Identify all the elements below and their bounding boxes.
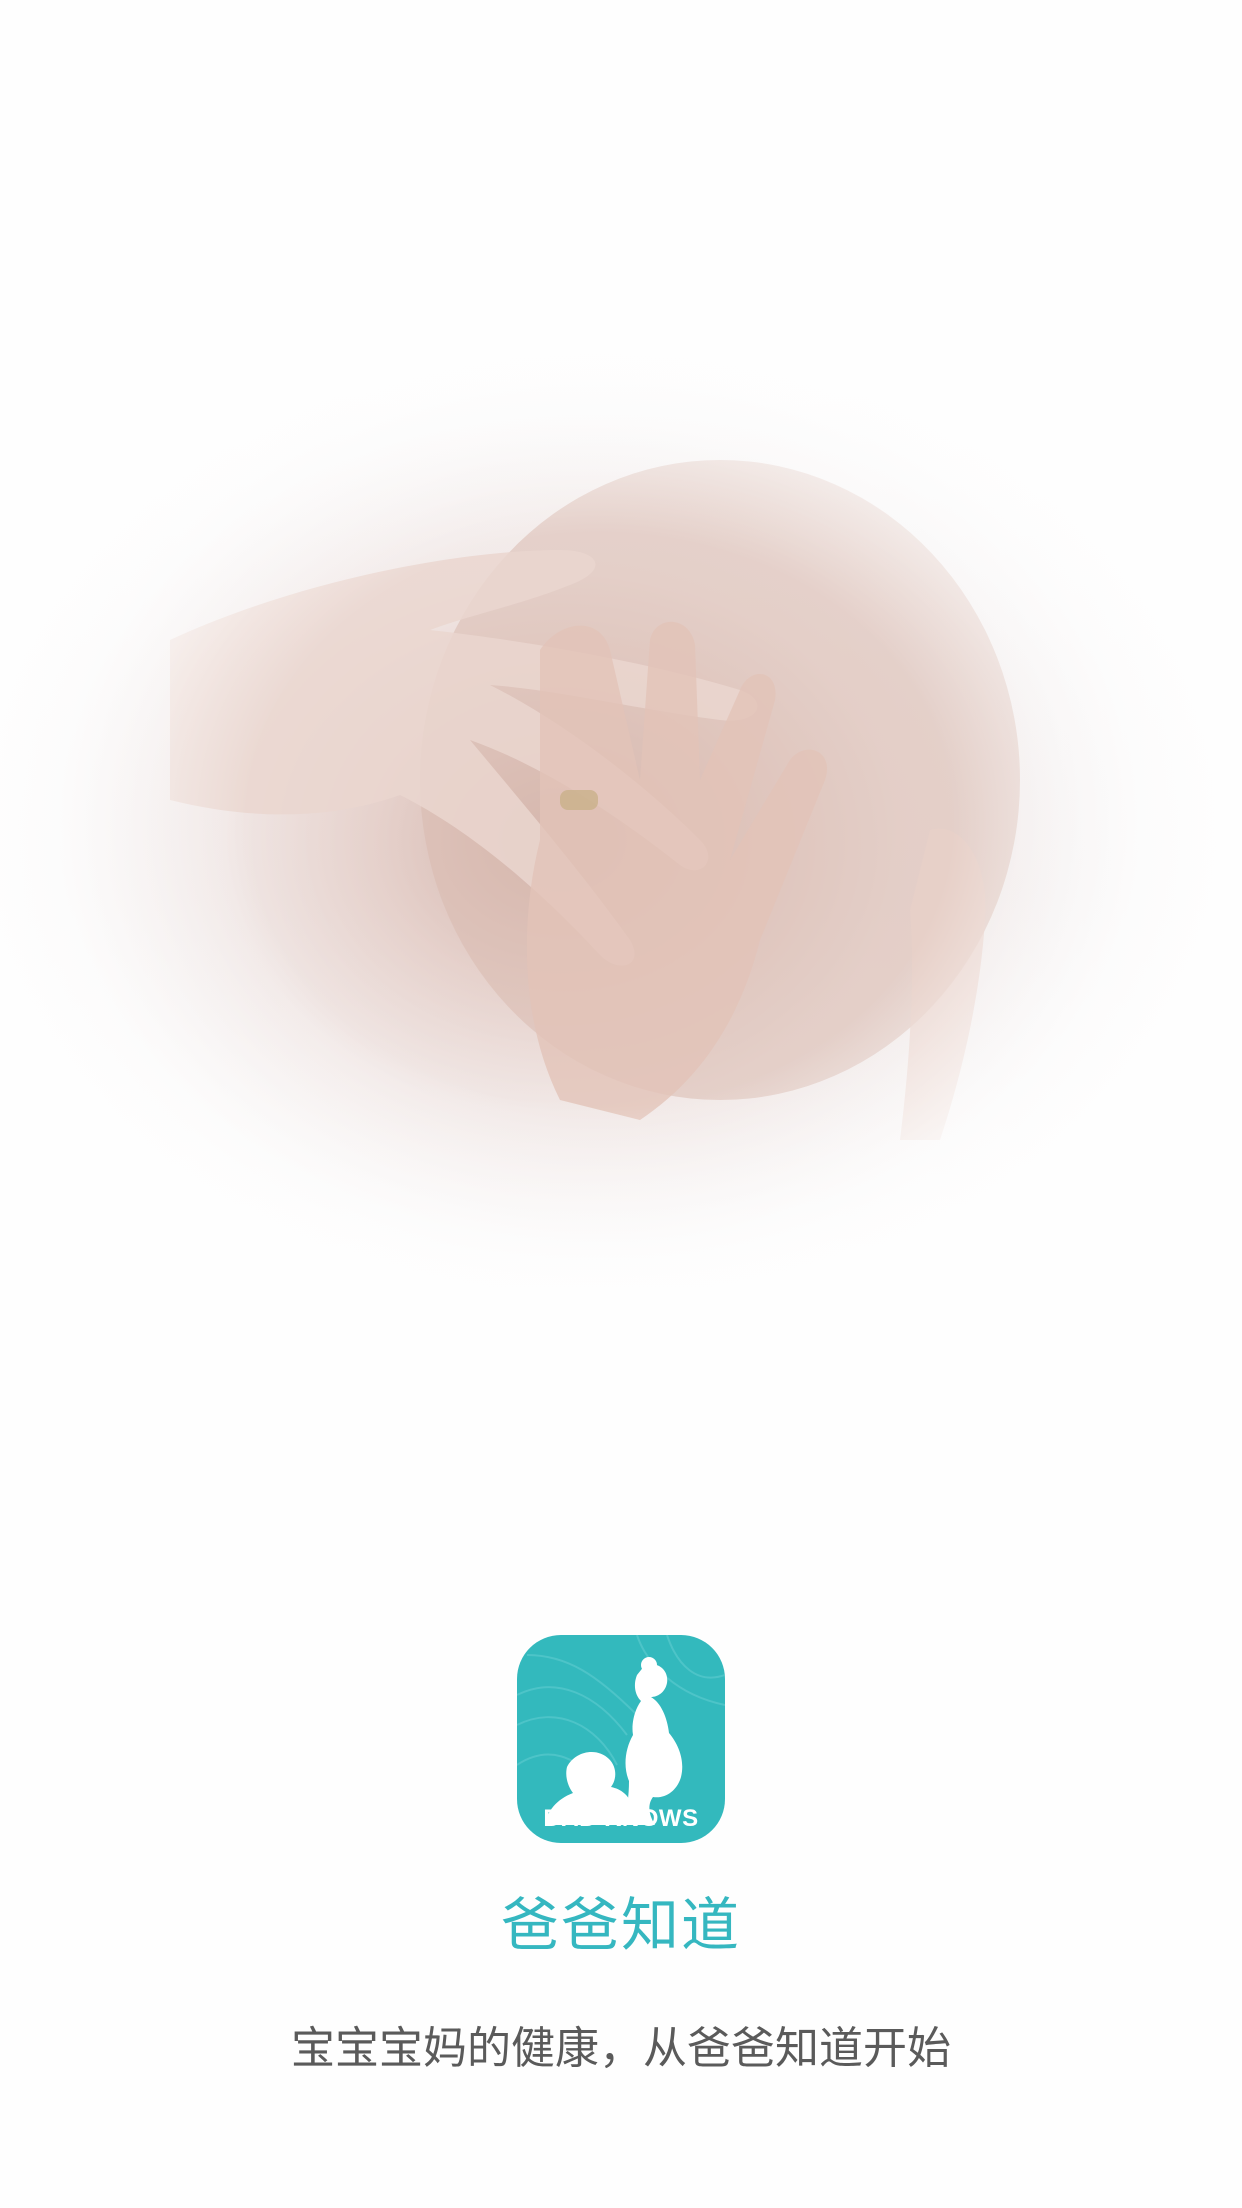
app-logo: DAD KNOWS xyxy=(517,1635,725,1843)
slogan-text: 宝宝宝妈的健康，从爸爸知道开始 xyxy=(291,2023,951,2074)
splash-screen: DAD KNOWS 爸爸知道 宝宝宝妈的健康，从爸爸知道开始 xyxy=(0,0,1242,2208)
logo-wordmark: DAD KNOWS xyxy=(543,1805,699,1832)
hero-photo xyxy=(0,220,1242,1350)
hands-on-belly-illustration xyxy=(170,460,1020,1140)
app-name: 爸爸知道 xyxy=(500,1891,741,1959)
